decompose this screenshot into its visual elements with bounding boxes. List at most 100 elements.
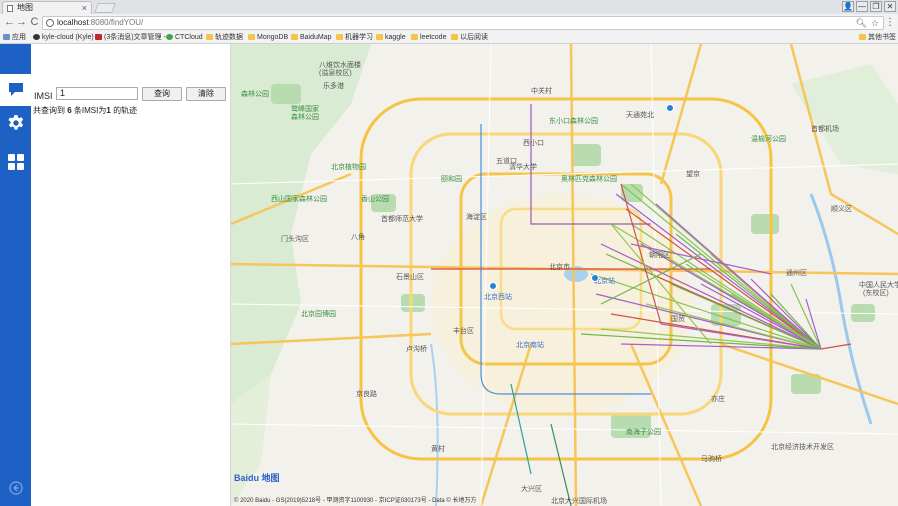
tab-title: 地图: [17, 3, 33, 12]
map-label: (溢泉校区): [319, 70, 352, 77]
bookmark-ml[interactable]: 机器学习: [335, 32, 373, 43]
bookmark-read-later[interactable]: 以后阅读: [450, 32, 488, 43]
map-label: 北京大兴国际机场: [551, 498, 607, 505]
query-panel: IMSI 1 查询 清除 共查询到 6 条IMSI为1 的轨迹: [31, 44, 231, 506]
map-label: 黄村: [431, 446, 445, 453]
station-marker[interactable]: [591, 274, 599, 282]
arrow-left-circle-icon: [8, 481, 23, 495]
baidu-logo: Baidu 地图: [234, 473, 280, 483]
folder-icon: [248, 34, 255, 40]
map-copyright: © 2020 Baidu - GS(2019)5218号 - 甲测资字11009…: [234, 498, 477, 504]
bookmark-apps[interactable]: 应用: [2, 32, 26, 43]
folder-icon: [291, 34, 298, 40]
bookmark-trajectory[interactable]: 轨迹数据: [205, 32, 243, 43]
globe-icon: [46, 19, 54, 27]
sidebar-item-settings[interactable]: [0, 107, 31, 139]
chat-icon: [8, 83, 23, 96]
tab-close-icon[interactable]: ×: [82, 2, 87, 14]
map-label: 通州区: [786, 270, 807, 277]
url-host: localhost: [57, 18, 89, 27]
sidebar-item-trajectory[interactable]: [0, 74, 31, 106]
bookmark-leetcode[interactable]: leetcode: [410, 32, 446, 43]
bookmark-baidumap[interactable]: BaiduMap: [290, 32, 332, 43]
folder-icon: [336, 34, 343, 40]
baidu-map[interactable]: 八维饮水面楼 (溢泉校区) 乐多港 森林公园 鹫峰国家 森林公园 中关村 东小口…: [231, 44, 898, 506]
map-label: 石景山区: [396, 274, 424, 281]
location-marker[interactable]: [666, 104, 674, 112]
imsi-input[interactable]: 1: [56, 87, 138, 100]
page-icon: [7, 5, 13, 12]
clear-button[interactable]: 清除: [186, 87, 226, 101]
maximize-button[interactable]: ❐: [870, 1, 882, 12]
map-label: 顺义区: [831, 206, 852, 213]
result-imsi: 1: [106, 106, 111, 115]
result-summary: 共查询到 6 条IMSI为1 的轨迹: [33, 106, 138, 115]
map-label: 首都机场: [811, 126, 839, 133]
search-icon[interactable]: 🔍︎: [856, 17, 867, 29]
map-label: 北京市: [549, 264, 570, 271]
map-label: 卢沟桥: [406, 346, 427, 353]
bookmark-kaggle[interactable]: kaggle: [375, 32, 406, 43]
bookmark-other[interactable]: 其他书签: [858, 32, 896, 43]
reload-button[interactable]: C: [28, 16, 41, 29]
window-controls: 👤 — ❐ ✕: [842, 1, 896, 12]
sidebar-collapse-button[interactable]: [0, 472, 31, 504]
map-label: 香山公园: [361, 196, 389, 203]
bookmark-kyle-cloud[interactable]: kyle-cloud (Kyle): [32, 32, 94, 43]
map-label: 西山国家森林公园: [271, 196, 327, 203]
minimize-button[interactable]: —: [856, 1, 868, 12]
browser-toolbar: ← → C localhost:8080/findYOU/ 🔍︎ ☆ ⋮: [0, 14, 898, 32]
map-label: 大兴区: [521, 486, 542, 493]
map-label: 颐和园: [441, 176, 462, 183]
browser-titlebar: 地图 × 👤 — ❐ ✕: [0, 0, 898, 14]
folder-icon: [206, 34, 213, 40]
map-label: 首都师范大学: [381, 216, 423, 223]
map-label: 北京南站: [516, 342, 544, 349]
bookmark-articles[interactable]: (3条消息)文章管理 -: [94, 32, 166, 43]
map-label: 森林公园: [291, 114, 319, 121]
map-label: 北京园博园: [301, 311, 336, 318]
map-label: 北京植物园: [331, 164, 366, 171]
map-label: 中关村: [531, 88, 552, 95]
new-tab-button[interactable]: [94, 3, 116, 13]
map-label: (东校区): [863, 290, 889, 297]
map-label: 朝阳区: [649, 252, 670, 259]
folder-icon: [376, 34, 383, 40]
gear-icon: [7, 115, 23, 130]
map-label: 丰台区: [453, 328, 474, 335]
map-label: 清华大学: [509, 164, 537, 171]
map-label: 乐多港: [323, 83, 344, 90]
map-label: 海淀区: [466, 214, 487, 221]
address-bar[interactable]: localhost:8080/findYOU/ 🔍︎ ☆: [42, 16, 884, 30]
bookmark-mongodb[interactable]: MongoDB: [247, 32, 288, 43]
browser-tab[interactable]: 地图 ×: [2, 1, 92, 14]
csdn-icon: [95, 34, 102, 40]
grid-icon: [7, 154, 24, 170]
map-label: 南海子公园: [626, 429, 661, 436]
map-label: 门头沟区: [281, 236, 309, 243]
map-label: 西小口: [523, 140, 544, 147]
github-icon: [33, 34, 40, 40]
bookmark-ctcloud[interactable]: CTCloud: [165, 32, 203, 43]
map-label: 奥林匹克森林公园: [561, 176, 617, 183]
bookmark-star-icon[interactable]: ☆: [871, 17, 879, 29]
forward-button[interactable]: →: [15, 16, 28, 29]
station-marker[interactable]: [489, 282, 497, 290]
profile-icon[interactable]: 👤: [842, 1, 854, 12]
map-label: 亦庄: [711, 396, 725, 403]
url-path: :8080/findYOU/: [88, 18, 144, 27]
map-label: 天通苑北: [626, 112, 654, 119]
query-button[interactable]: 查询: [142, 87, 182, 101]
sidebar-rail: [0, 44, 31, 506]
imsi-label: IMSI: [34, 91, 53, 101]
apps-icon: [3, 34, 10, 40]
close-window-button[interactable]: ✕: [884, 1, 896, 12]
map-label: 北京经济技术开发区: [771, 444, 834, 451]
map-label: 北京西站: [484, 294, 512, 301]
folder-icon: [859, 34, 866, 40]
menu-icon[interactable]: ⋮: [885, 17, 895, 28]
folder-icon: [451, 34, 458, 40]
sidebar-item-dashboard[interactable]: [0, 146, 31, 178]
map-label: 马驹桥: [701, 456, 722, 463]
map-label: 国贸: [671, 316, 685, 323]
